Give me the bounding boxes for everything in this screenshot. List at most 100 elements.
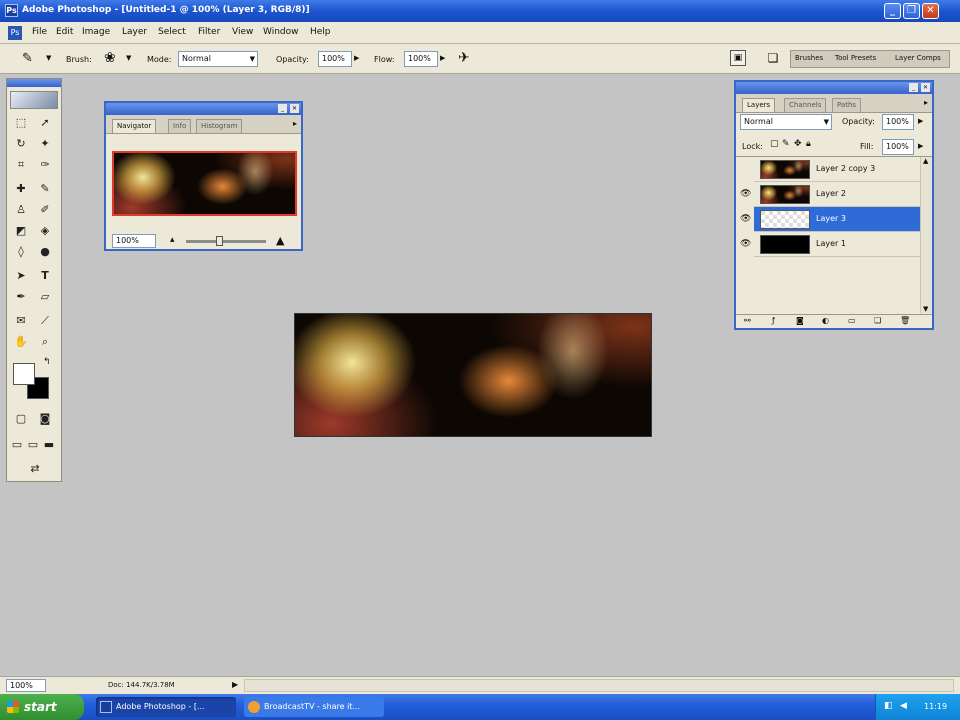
opacity-field[interactable]: 100% xyxy=(318,51,352,67)
eye-icon[interactable]: 👁︎ xyxy=(740,189,751,199)
marquee-tool-icon[interactable]: ⬚ xyxy=(11,113,31,132)
tray-volume-icon[interactable]: ◀ xyxy=(900,701,907,711)
navigator-zoom-field[interactable]: 100% xyxy=(112,234,156,248)
chevron-down-icon[interactable]: ▼ xyxy=(126,54,131,62)
clone-stamp-tool-icon[interactable]: ♙ xyxy=(11,200,31,219)
taskbar-item-photoshop[interactable]: Adobe Photoshop - [... xyxy=(96,697,236,717)
tab-paths[interactable]: Paths xyxy=(832,98,862,112)
healing-brush-tool-icon[interactable]: ✚ xyxy=(11,179,31,198)
scroll-down-icon[interactable]: ▼ xyxy=(923,305,928,313)
lock-pixels-icon[interactable]: ✎ xyxy=(782,139,790,149)
tab-layers[interactable]: Layers xyxy=(742,98,776,112)
maximize-button[interactable]: ❐ xyxy=(903,3,920,19)
file-browser-icon[interactable]: ▣ xyxy=(730,50,746,66)
menu-select[interactable]: Select xyxy=(158,27,186,37)
move-tool-icon[interactable]: ➚ xyxy=(35,113,55,132)
tray-network-icon[interactable]: ◧ xyxy=(884,701,893,711)
tab-channels[interactable]: Channels xyxy=(784,98,827,112)
well-tab-tool-presets[interactable]: Tool Presets xyxy=(835,54,876,62)
zoom-in-icon[interactable]: ▲ xyxy=(276,234,284,247)
status-zoom-field[interactable]: 100% xyxy=(6,679,46,692)
horizontal-scrollbar[interactable] xyxy=(244,679,954,692)
menu-image[interactable]: Image xyxy=(82,27,110,37)
pen-tool-icon[interactable]: ✒ xyxy=(11,287,31,306)
chevron-right-icon[interactable]: ▶ xyxy=(918,142,923,150)
new-layer-icon[interactable]: ❏ xyxy=(874,316,881,325)
menu-window[interactable]: Window xyxy=(263,27,299,37)
layer-style-icon[interactable]: ƒ xyxy=(772,316,775,325)
slice-tool-icon[interactable]: ✑ xyxy=(35,155,55,174)
paint-bucket-tool-icon[interactable]: ◈ xyxy=(35,221,55,240)
screen-mode-full-icon[interactable]: ▬ xyxy=(41,435,57,454)
ps-menu-icon[interactable]: Ps xyxy=(8,26,22,40)
dodge-tool-icon[interactable]: ● xyxy=(35,242,55,261)
close-icon[interactable]: ✕ xyxy=(290,104,299,113)
screen-mode-standard-icon[interactable]: ▭ xyxy=(9,435,25,454)
eraser-tool-icon[interactable]: ◩ xyxy=(11,221,31,240)
fill-field[interactable]: 100% xyxy=(882,139,914,155)
menu-edit[interactable]: Edit xyxy=(56,27,73,37)
layers-opacity-field[interactable]: 100% xyxy=(882,114,914,130)
adobe-online-icon[interactable] xyxy=(10,91,58,109)
mode-select[interactable]: Normal ▼ xyxy=(178,51,258,67)
close-button[interactable]: ✕ xyxy=(922,3,939,19)
jump-to-imageready-icon[interactable]: ⇄ xyxy=(21,459,49,478)
chevron-right-icon[interactable]: ▶ xyxy=(440,54,445,62)
layer-mask-icon[interactable]: ◙ xyxy=(796,316,804,325)
status-menu-icon[interactable]: ▶ xyxy=(232,680,238,689)
chevron-right-icon[interactable]: ▶ xyxy=(918,117,923,125)
hand-tool-icon[interactable]: ✋ xyxy=(11,332,31,351)
zoom-slider[interactable] xyxy=(186,240,266,243)
minimize-icon[interactable]: _ xyxy=(909,83,918,92)
layer-row[interactable]: 👁︎ Layer 1 xyxy=(740,232,932,257)
taskbar-item-browser[interactable]: BroadcastTV - share it... xyxy=(244,697,384,717)
close-icon[interactable]: ✕ xyxy=(921,83,930,92)
menu-view[interactable]: View xyxy=(232,27,253,37)
scroll-up-icon[interactable]: ▲ xyxy=(923,157,928,165)
zoom-slider-handle[interactable] xyxy=(216,236,223,246)
layers-scrollbar[interactable]: ▲ ▼ xyxy=(920,157,932,313)
path-selection-tool-icon[interactable]: ➤ xyxy=(11,266,31,285)
link-layers-icon[interactable]: ⚯ xyxy=(744,316,751,325)
history-brush-tool-icon[interactable]: ✐ xyxy=(35,200,55,219)
menu-filter[interactable]: Filter xyxy=(198,27,220,37)
lock-position-icon[interactable]: ✥ xyxy=(794,139,802,149)
type-tool-icon[interactable]: T xyxy=(35,266,55,285)
magic-wand-tool-icon[interactable]: ✦ xyxy=(35,134,55,153)
shape-tool-icon[interactable]: ▱ xyxy=(35,287,55,306)
lock-all-icon[interactable]: 🔒︎ xyxy=(806,139,811,149)
swap-colors-icon[interactable]: ↰ xyxy=(43,357,51,367)
zoom-out-icon[interactable]: ▴ xyxy=(170,235,175,245)
minimize-button[interactable]: _ xyxy=(884,3,901,19)
layer-row[interactable]: 👁︎ Layer 3 xyxy=(740,207,932,232)
eye-icon[interactable]: 👁︎ xyxy=(740,214,751,224)
zoom-tool-icon[interactable]: ⌕ xyxy=(35,332,55,351)
blend-mode-select[interactable]: Normal ▼ xyxy=(740,114,832,130)
chevron-down-icon[interactable]: ▼ xyxy=(46,54,51,62)
lasso-tool-icon[interactable]: ↻ xyxy=(11,134,31,153)
flow-field[interactable]: 100% xyxy=(404,51,438,67)
adjustment-layer-icon[interactable]: ◐ xyxy=(822,316,829,325)
palette-menu-icon[interactable]: ▸ xyxy=(924,98,928,107)
lock-transparency-icon[interactable]: ▢ xyxy=(770,139,779,149)
eye-icon[interactable]: 👁︎ xyxy=(740,239,751,249)
screen-mode-full-menu-icon[interactable]: ▭ xyxy=(25,435,41,454)
crop-tool-icon[interactable]: ⌗ xyxy=(11,155,31,174)
airbrush-icon[interactable]: ✈ xyxy=(458,50,470,66)
menu-file[interactable]: File xyxy=(32,27,47,37)
eyedropper-tool-icon[interactable]: ⟋ xyxy=(35,311,55,330)
trash-icon[interactable]: 🗑︎ xyxy=(900,316,910,325)
menu-help[interactable]: Help xyxy=(310,27,331,37)
standard-mode-icon[interactable]: ▢ xyxy=(11,409,31,428)
chevron-right-icon[interactable]: ▶ xyxy=(354,54,359,62)
notes-tool-icon[interactable]: ✉ xyxy=(11,311,31,330)
layer-row[interactable]: 👁︎ Layer 2 xyxy=(740,182,932,207)
foreground-color-swatch[interactable] xyxy=(13,363,35,385)
minimize-icon[interactable]: _ xyxy=(278,104,287,113)
brush-tool-icon[interactable]: ✎ xyxy=(35,179,55,198)
layer-row[interactable]: Layer 2 copy 3 xyxy=(754,157,932,182)
menu-layer[interactable]: Layer xyxy=(122,27,147,37)
tab-info[interactable]: Info xyxy=(168,119,192,133)
start-button[interactable]: start xyxy=(0,694,84,720)
document-canvas[interactable] xyxy=(294,313,652,437)
